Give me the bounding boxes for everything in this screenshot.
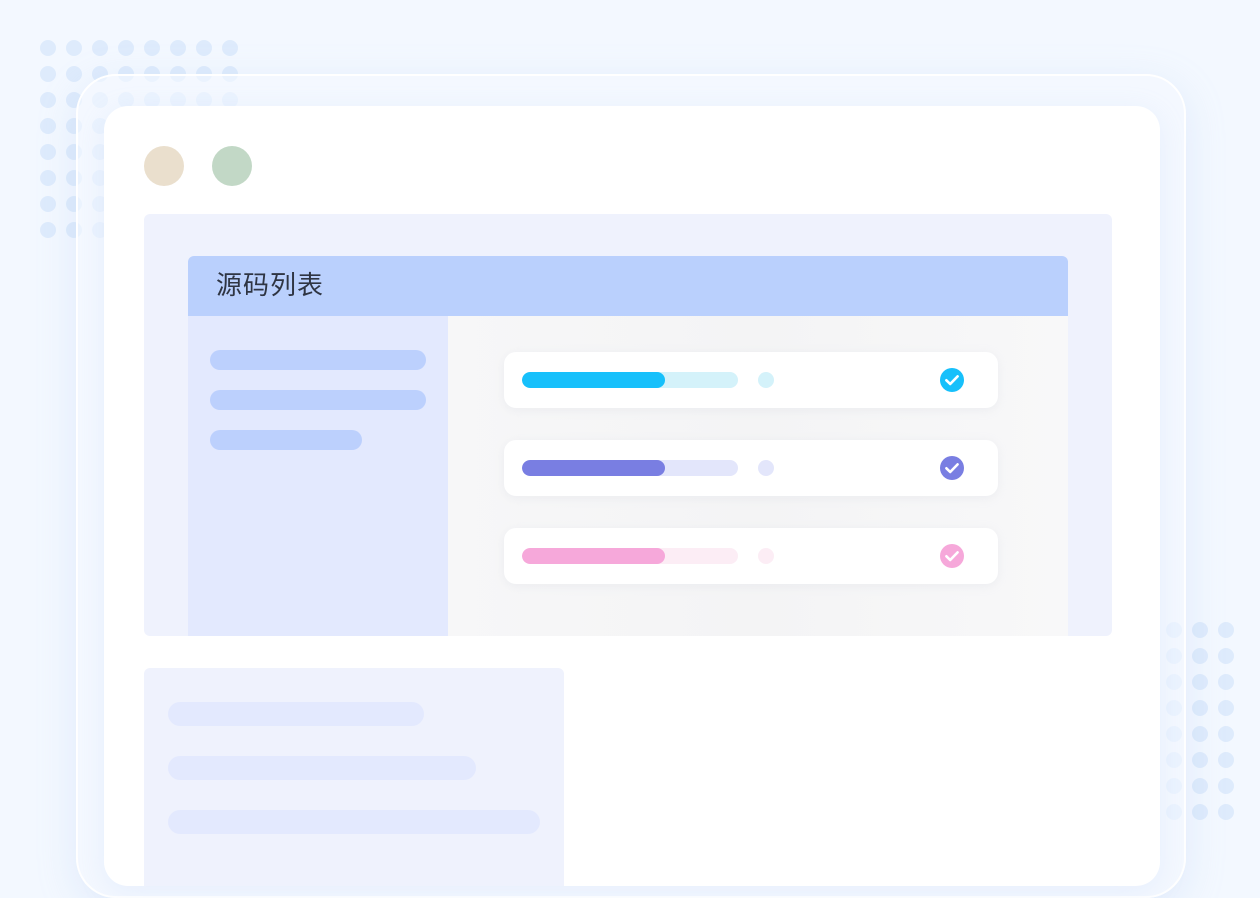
progress-fill [522,460,665,476]
decorative-dot [170,40,186,56]
panel-header: 源码列表 [188,256,1068,316]
decorative-dot [118,40,134,56]
decorative-dot [40,66,56,82]
source-row[interactable] [504,440,998,496]
decorative-dot [1218,778,1234,794]
decorative-dot [1218,752,1234,768]
decorative-dot [40,118,56,134]
source-row[interactable] [504,528,998,584]
progress-track [522,372,738,388]
secondary-panel [144,668,564,886]
source-list-card: 源码列表 [188,256,1068,636]
source-row[interactable] [504,352,998,408]
decorative-dot [92,40,108,56]
secondary-placeholder-line [168,756,476,780]
sidebar-item-placeholder[interactable] [210,350,426,370]
progress-fill [522,372,665,388]
panel-title: 源码列表 [216,271,325,301]
sidebar-item-placeholder[interactable] [210,390,426,410]
decorative-dot [1192,804,1208,820]
decorative-dot [40,170,56,186]
decorative-dot [1218,674,1234,690]
progress-track [522,460,738,476]
status-dot [758,548,774,564]
decorative-dot [1218,804,1234,820]
sidebar-item-placeholder[interactable] [210,430,362,450]
check-circle-icon [940,544,964,568]
decorative-dot [1192,648,1208,664]
secondary-placeholder-line [168,810,540,834]
decorative-dot [1218,700,1234,716]
decorative-dot [1218,648,1234,664]
status-dot [758,372,774,388]
decorative-dot [1192,778,1208,794]
source-list-content [448,316,1068,636]
decorative-dot [222,40,238,56]
window-control-dot[interactable] [144,146,184,186]
app-window: 源码列表 [104,106,1160,886]
progress-track [522,548,738,564]
decorative-dot [1192,726,1208,742]
decorative-dot [1192,752,1208,768]
decorative-dot [196,40,212,56]
decorative-dot [66,66,82,82]
decorative-dot [66,40,82,56]
sidebar [188,316,448,636]
decorative-dot [40,40,56,56]
decorative-dot [1218,622,1234,638]
check-circle-icon [940,456,964,480]
source-list-panel: 源码列表 [144,214,1112,636]
decorative-dot [40,144,56,160]
decorative-dot [1218,726,1234,742]
status-dot [758,460,774,476]
decorative-dot [1192,674,1208,690]
decorative-dot [40,222,56,238]
progress-fill [522,548,665,564]
decorative-dot [40,196,56,212]
window-control-dot[interactable] [212,146,252,186]
decorative-dot [40,92,56,108]
secondary-placeholder-line [168,702,424,726]
decorative-dot [144,40,160,56]
decorative-dot [1192,700,1208,716]
decorative-dot [1192,622,1208,638]
check-circle-icon [940,368,964,392]
